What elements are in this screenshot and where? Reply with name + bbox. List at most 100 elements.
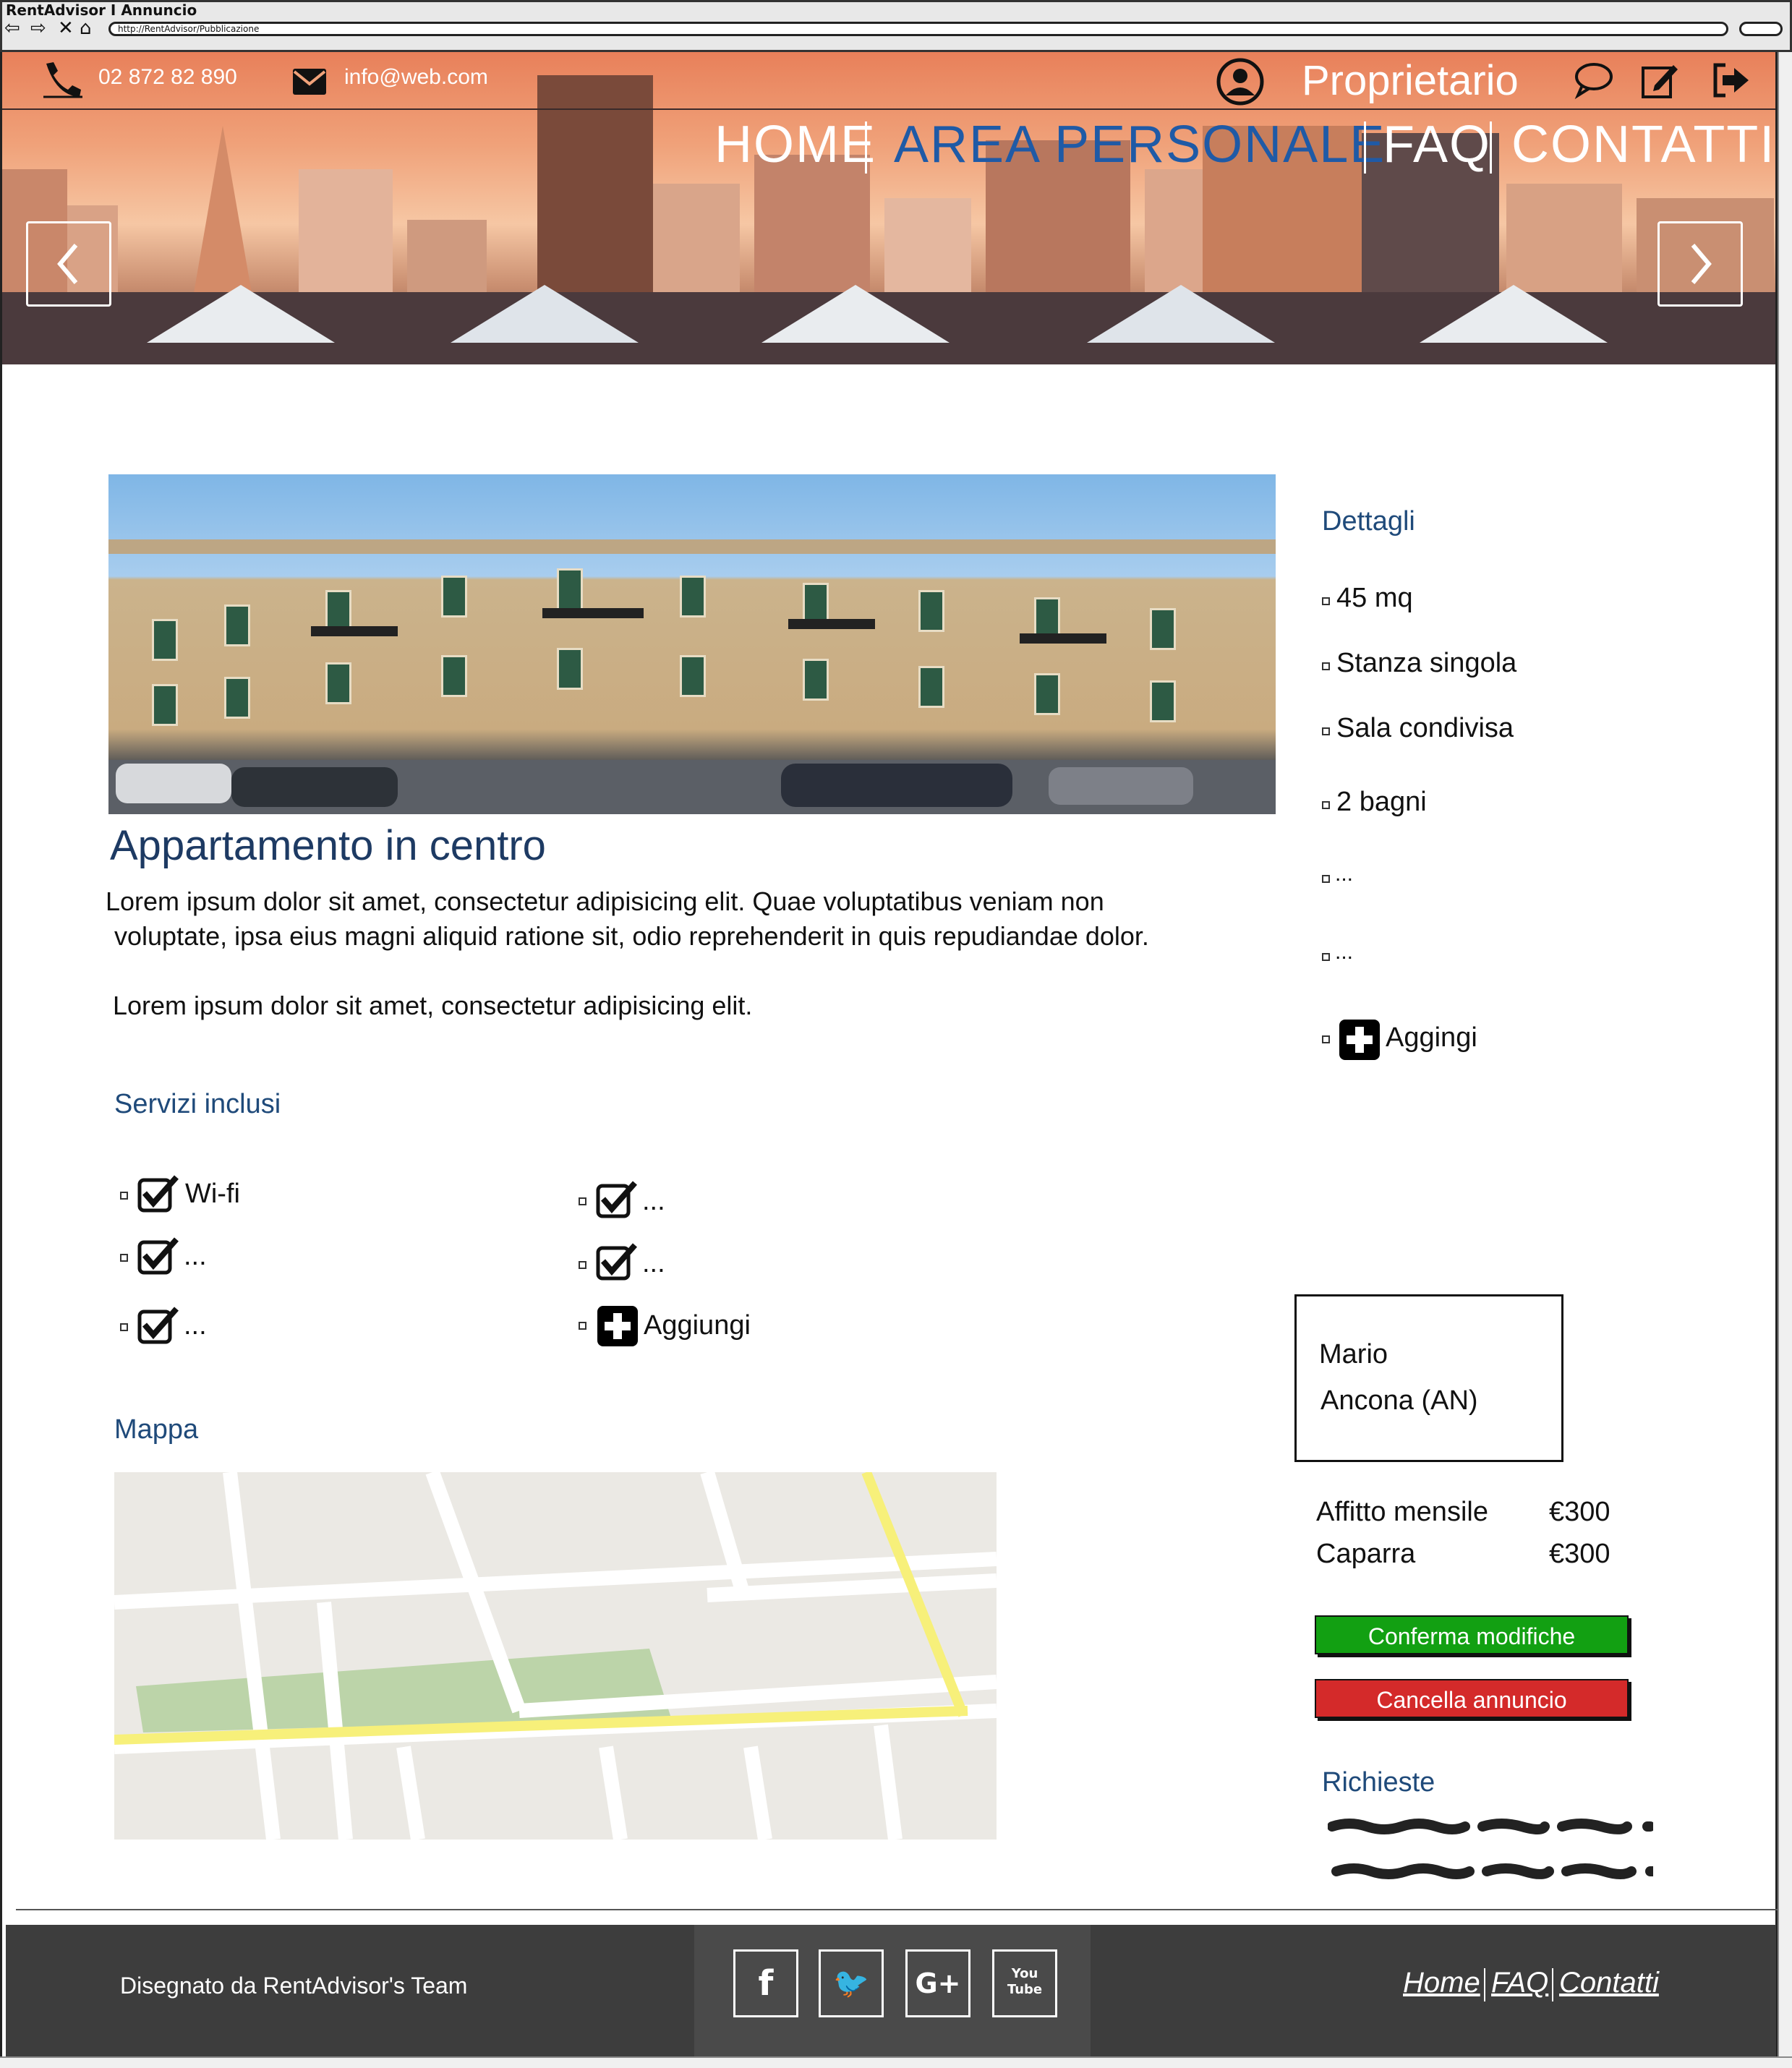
- logout-icon[interactable]: [1711, 61, 1750, 100]
- forward-icon[interactable]: ⇨: [30, 19, 46, 38]
- add-detail-label[interactable]: Aggingi: [1386, 1022, 1477, 1054]
- add-service-button[interactable]: [597, 1306, 638, 1346]
- requests-heading: Richieste: [1322, 1767, 1435, 1798]
- bullet: [579, 1261, 586, 1269]
- bullet: [1322, 1035, 1330, 1043]
- bullet: [120, 1323, 128, 1331]
- home-icon[interactable]: ⌂: [80, 19, 92, 38]
- footer-link-home[interactable]: Home: [1403, 1967, 1480, 1999]
- bullet: [1322, 875, 1330, 883]
- menu-item-home[interactable]: HOME: [714, 116, 876, 174]
- delete-listing-button[interactable]: Cancella annuncio: [1315, 1679, 1629, 1718]
- carousel-next-button[interactable]: [1657, 221, 1743, 307]
- back-icon[interactable]: ⇦: [4, 19, 20, 38]
- menu-item-contatti[interactable]: CONTATTI: [1511, 116, 1775, 174]
- checkbox-checked-icon[interactable]: [137, 1236, 179, 1276]
- menu-item-area-personale[interactable]: AREA PERSONALE: [894, 116, 1386, 174]
- property-photo: [108, 474, 1276, 814]
- chevron-right-icon: [1691, 244, 1712, 284]
- service-label[interactable]: ...: [642, 1248, 665, 1279]
- plus-icon: [1347, 1027, 1373, 1053]
- bullet: [1322, 953, 1330, 961]
- listing-description-line[interactable]: voluptate, ipsa eius magni aliquid ratio…: [114, 921, 1149, 952]
- footer-link-contatti[interactable]: Contatti: [1559, 1967, 1659, 1999]
- bullet: [579, 1197, 586, 1205]
- twitter-icon[interactable]: 🐦: [819, 1949, 884, 2017]
- chevron-left-icon: [57, 244, 78, 284]
- checkbox-checked-icon[interactable]: [137, 1174, 179, 1213]
- menu-separator: [1490, 121, 1492, 174]
- deposit-label: Caparra: [1316, 1539, 1416, 1569]
- detail-item[interactable]: ...: [1335, 940, 1353, 965]
- footer-link-separator: [1552, 1968, 1553, 2001]
- menu-separator: [865, 121, 867, 174]
- menu-item-faq[interactable]: FAQ: [1383, 116, 1491, 174]
- bullet: [120, 1192, 128, 1200]
- add-service-label[interactable]: Aggiungi: [644, 1310, 751, 1341]
- youtube-label: You Tube: [1007, 1966, 1043, 1997]
- url-bar[interactable]: http://RentAdvisor/Pubblicazione: [108, 22, 1728, 36]
- bullet: [579, 1322, 586, 1330]
- checkbox-checked-icon[interactable]: [137, 1306, 179, 1345]
- add-detail-button[interactable]: [1339, 1020, 1380, 1060]
- menu-separator: [1364, 121, 1366, 174]
- rent-label: Affitto mensile: [1316, 1497, 1488, 1527]
- services-heading: Servizi inclusi: [114, 1089, 281, 1119]
- owner-city: Ancona (AN): [1320, 1385, 1478, 1416]
- phone-number[interactable]: 02 872 82 890: [98, 65, 237, 90]
- footer-credit: Disegnato da RentAdvisor's Team: [120, 1973, 468, 1999]
- listing-description-line[interactable]: Lorem ipsum dolor sit amet, consectetur …: [106, 886, 1104, 917]
- deposit-value[interactable]: €300: [1549, 1539, 1610, 1570]
- service-label[interactable]: Wi-fi: [185, 1179, 240, 1210]
- detail-item[interactable]: 45 mq: [1336, 583, 1413, 614]
- email-address[interactable]: info@web.com: [344, 65, 488, 90]
- detail-item[interactable]: Sala condivisa: [1336, 713, 1514, 744]
- close-icon[interactable]: ✕: [58, 19, 74, 38]
- window-title: RentAdvisor I Annuncio: [6, 1, 197, 19]
- vertical-scrollbar[interactable]: [1778, 52, 1792, 2056]
- service-label[interactable]: ...: [642, 1186, 665, 1217]
- bullet: [1322, 801, 1330, 809]
- detail-item[interactable]: ...: [1335, 862, 1353, 886]
- confirm-changes-button[interactable]: Conferma modifiche: [1315, 1615, 1629, 1654]
- twitter-label: 🐦: [833, 1967, 869, 2000]
- carousel-prev-button[interactable]: [26, 221, 111, 307]
- bullet: [1322, 662, 1330, 670]
- topbar-divider: [2, 108, 1775, 110]
- horizontal-scrollbar[interactable]: [0, 2056, 1792, 2068]
- plus-icon: [605, 1313, 631, 1339]
- detail-item[interactable]: Stanza singola: [1336, 648, 1516, 679]
- browser-search-button[interactable]: [1739, 22, 1783, 36]
- listing-description-line[interactable]: Lorem ipsum dolor sit amet, consectetur …: [113, 991, 752, 1021]
- footer-divider: [16, 1909, 1778, 1910]
- facebook-icon[interactable]: f: [733, 1949, 798, 2017]
- chat-icon[interactable]: [1574, 61, 1613, 100]
- google-plus-icon[interactable]: G+: [905, 1949, 970, 2017]
- phone-icon: [43, 62, 82, 98]
- detail-item[interactable]: 2 bagni: [1336, 787, 1427, 818]
- service-label[interactable]: ...: [184, 1241, 207, 1272]
- map-heading: Mappa: [114, 1414, 199, 1445]
- google-plus-label: G+: [915, 1967, 961, 1999]
- footer-link-separator: [1484, 1968, 1485, 2001]
- user-icon[interactable]: [1216, 58, 1264, 106]
- requests-list-scribble[interactable]: [1328, 1816, 1653, 1881]
- youtube-icon[interactable]: You Tube: [992, 1949, 1057, 2017]
- checkbox-checked-icon[interactable]: [596, 1180, 638, 1219]
- edit-icon[interactable]: [1640, 61, 1679, 100]
- owner-name: Mario: [1319, 1339, 1388, 1370]
- checkbox-checked-icon[interactable]: [596, 1242, 638, 1281]
- map-streets: [114, 1472, 997, 1840]
- bullet: [1322, 727, 1330, 735]
- user-role: Proprietario: [1302, 57, 1519, 104]
- email-icon: [293, 69, 326, 95]
- bullet: [1322, 597, 1330, 605]
- details-heading: Dettagli: [1322, 506, 1415, 537]
- listing-title[interactable]: Appartamento in centro: [110, 821, 546, 870]
- facebook-label: f: [758, 1963, 774, 2004]
- service-label[interactable]: ...: [184, 1310, 207, 1341]
- footer-link-faq[interactable]: FAQ: [1491, 1967, 1548, 1999]
- owner-card: [1294, 1294, 1563, 1462]
- map[interactable]: [114, 1472, 997, 1840]
- rent-value[interactable]: €300: [1549, 1497, 1610, 1528]
